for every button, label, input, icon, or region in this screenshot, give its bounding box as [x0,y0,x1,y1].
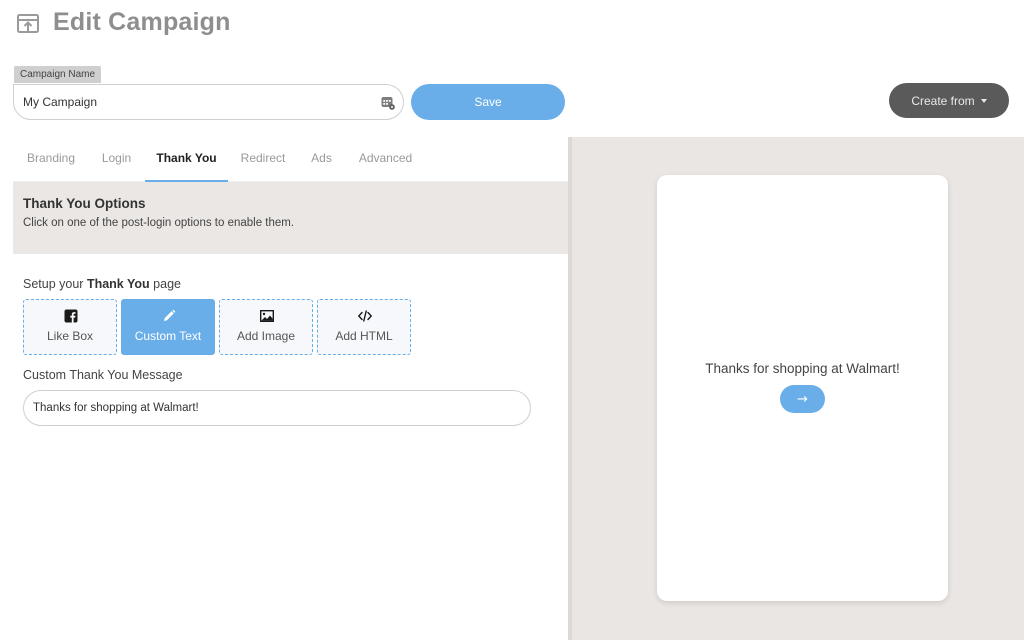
add-html-label: Add HTML [335,329,393,343]
custom-message-field[interactable] [23,390,531,426]
add-image-label: Add Image [236,329,296,343]
like-box-button[interactable]: Like Box [23,299,117,355]
page-header: Edit Campaign [0,0,1024,56]
facebook-icon [64,309,78,323]
options-title: Thank You Options [23,196,146,211]
tab-ads[interactable]: Ads [298,137,345,182]
editor-panel: Branding Login Thank You Redirect Ads Ad… [0,137,568,640]
image-icon [260,310,274,323]
campaign-name-label: Campaign Name [14,66,102,83]
tab-advanced[interactable]: Advanced [345,137,426,182]
custom-message-input[interactable] [24,391,504,425]
create-from-button[interactable]: Create from [889,83,1009,118]
add-html-button[interactable]: Add HTML [317,299,411,355]
tab-bar: Branding Login Thank You Redirect Ads Ad… [13,137,568,182]
like-box-label: Like Box [46,329,94,343]
upload-box-icon [17,14,39,33]
phone-preview: Thanks for shopping at Walmart! → [657,175,948,601]
options-banner: Thank You Options Click on one of the po… [13,182,568,254]
options-description: Click on one of the post-login options t… [23,217,295,229]
campaign-name-input[interactable] [14,85,354,119]
setup-label-bold: Thank You [86,277,150,291]
campaign-name-field[interactable] [13,84,404,120]
custom-message-label: Custom Thank You Message [23,368,183,382]
caret-down-icon [980,99,987,103]
preview-continue-button[interactable]: → [780,385,825,413]
preview-thank-you-text: Thanks for shopping at Walmart! [705,361,900,376]
save-button[interactable]: Save [411,84,565,120]
page-title: Edit Campaign [53,8,231,36]
custom-text-button[interactable]: Custom Text [121,299,215,355]
pencil-icon [164,309,176,321]
setup-label-prefix: Setup your [23,277,87,291]
tab-branding[interactable]: Branding [13,137,89,182]
tab-redirect[interactable]: Redirect [228,137,298,182]
tab-thank-you[interactable]: Thank You [145,137,228,182]
tab-login[interactable]: Login [89,137,144,182]
create-from-label: Create from [911,93,975,108]
preview-panel: Thanks for shopping at Walmart! → [568,137,1024,640]
add-image-button[interactable]: Add Image [219,299,313,355]
custom-text-label: Custom Text [134,329,202,343]
code-icon [358,310,372,322]
variables-icon[interactable] [381,96,395,110]
setup-label: Setup your Thank You page [23,277,181,291]
setup-label-suffix: page [149,277,181,291]
